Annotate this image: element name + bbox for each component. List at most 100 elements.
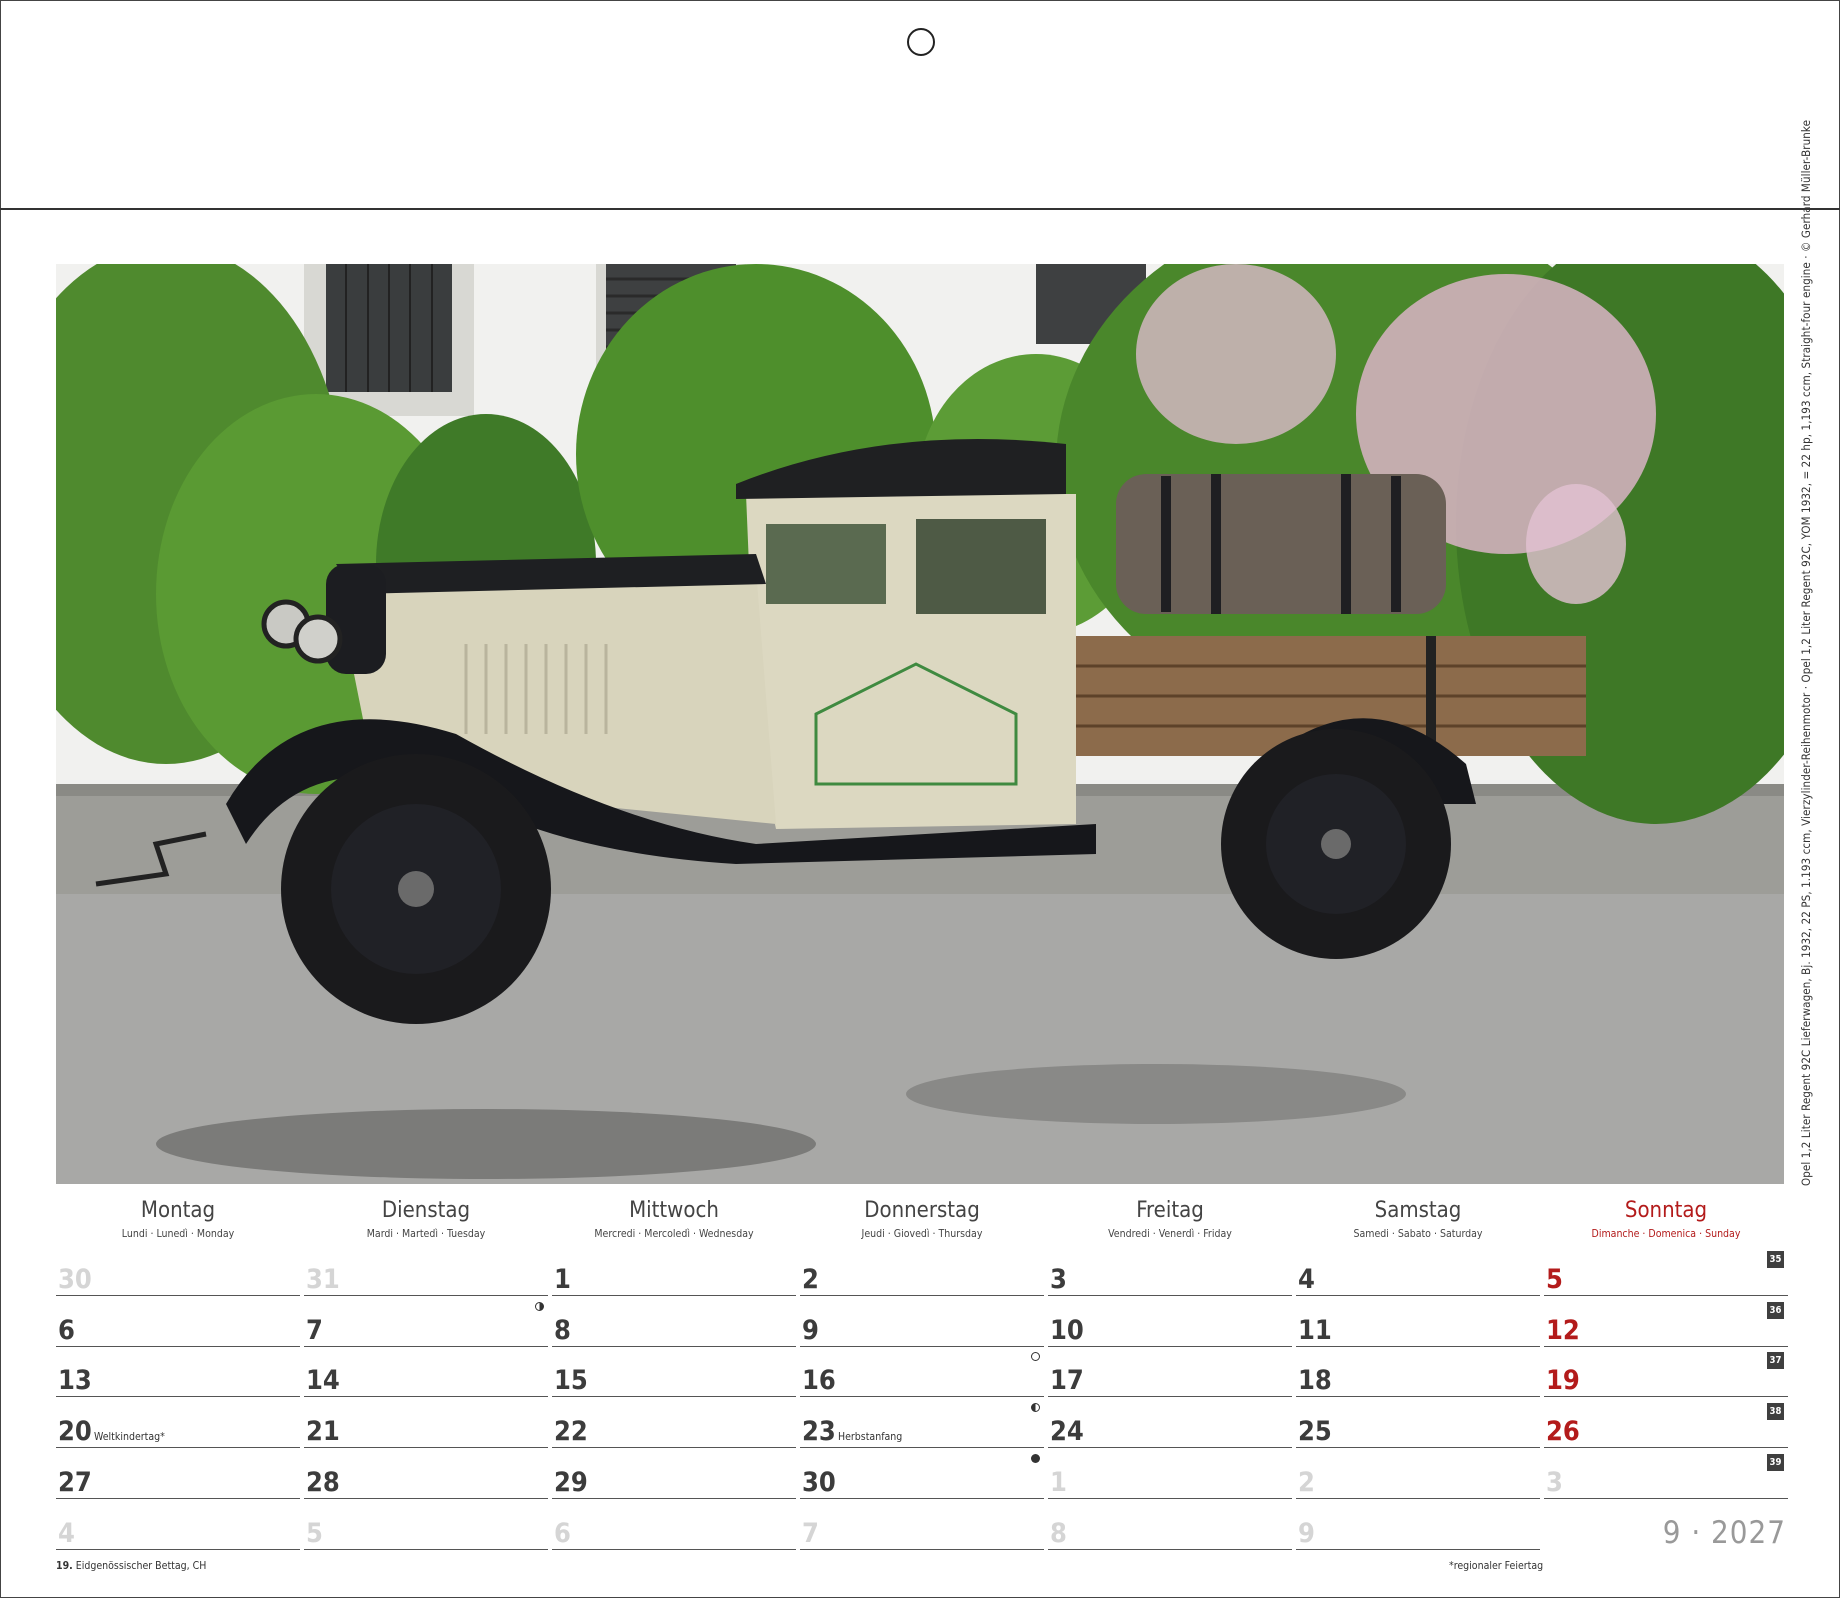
day-cell: 1 bbox=[552, 1245, 796, 1296]
day-cell: 30 bbox=[800, 1448, 1044, 1499]
week-number-badge: 39 bbox=[1767, 1454, 1784, 1471]
day-number: 16 bbox=[802, 1365, 836, 1396]
day-cell: 5 bbox=[304, 1499, 548, 1550]
weekday-header: Montag Lundi · Lunedì · Monday bbox=[56, 1198, 300, 1240]
day-cell: 24 bbox=[1048, 1397, 1292, 1448]
day-number: 28 bbox=[306, 1467, 340, 1498]
day-number: 8 bbox=[1050, 1518, 1067, 1549]
day-cell: 20 Weltkindertag* bbox=[56, 1397, 300, 1448]
day-cell: 16 bbox=[800, 1346, 1044, 1397]
day-number: 1 bbox=[1050, 1467, 1067, 1498]
day-cell: 26 bbox=[1544, 1397, 1788, 1448]
day-number: 3 bbox=[1546, 1467, 1563, 1498]
day-cell: 29 bbox=[552, 1448, 796, 1499]
weekday-header: Freitag Vendredi · Venerdì · Friday bbox=[1048, 1198, 1292, 1240]
day-cell: 2 bbox=[800, 1245, 1044, 1296]
day-cell: 2 bbox=[1296, 1448, 1540, 1499]
day-number: 9 bbox=[802, 1315, 819, 1346]
day-number: 29 bbox=[554, 1467, 588, 1498]
holiday-day: 19. bbox=[56, 1560, 73, 1572]
day-number: 9 bbox=[1298, 1518, 1315, 1549]
weekday-name: Freitag bbox=[1136, 1198, 1204, 1223]
day-number: 22 bbox=[554, 1416, 588, 1447]
weekday-name: Mittwoch bbox=[629, 1198, 719, 1223]
day-cell: 22 bbox=[552, 1397, 796, 1448]
day-number: 17 bbox=[1050, 1365, 1084, 1396]
weekday-translations: Samedi · Sabato · Saturday bbox=[1353, 1228, 1483, 1240]
day-number: 8 bbox=[554, 1315, 571, 1346]
day-number: 15 bbox=[554, 1365, 588, 1396]
day-cell: 25 bbox=[1296, 1397, 1540, 1448]
day-cell: 3 bbox=[1544, 1448, 1788, 1499]
day-number: 5 bbox=[306, 1518, 323, 1549]
day-cell: 13 bbox=[56, 1346, 300, 1397]
hanging-header bbox=[0, 0, 1840, 210]
day-cell: 14 bbox=[304, 1346, 548, 1397]
day-number: 18 bbox=[1298, 1365, 1332, 1396]
weekday-name: Samstag bbox=[1374, 1198, 1462, 1223]
weekday-translations: Dimanche · Domenica · Sunday bbox=[1591, 1228, 1741, 1240]
day-cell: 21 bbox=[304, 1397, 548, 1448]
regional-holiday-footnote: *regionaler Feiertag bbox=[1449, 1560, 1544, 1572]
day-number: 6 bbox=[58, 1315, 75, 1346]
weekday-translations: Vendredi · Venerdì · Friday bbox=[1108, 1228, 1232, 1240]
weekday-name: Montag bbox=[140, 1198, 216, 1223]
day-cell: 4 bbox=[56, 1499, 300, 1550]
day-number: 25 bbox=[1298, 1416, 1332, 1447]
day-number: 1 bbox=[554, 1264, 571, 1295]
day-cell: 9 bbox=[800, 1296, 1044, 1347]
day-cell: 8 bbox=[552, 1296, 796, 1347]
weekday-header: Dienstag Mardi · Martedì · Tuesday bbox=[304, 1198, 548, 1240]
holiday-footnote: 19. Eidgenössischer Bettag, CH bbox=[56, 1560, 206, 1572]
day-cell: 19 bbox=[1544, 1346, 1788, 1397]
weekday-name: Donnerstag bbox=[864, 1198, 980, 1223]
day-number: 6 bbox=[554, 1518, 571, 1549]
day-number: 30 bbox=[802, 1467, 836, 1498]
weekday-name: Sonntag bbox=[1624, 1198, 1708, 1223]
day-number: 27 bbox=[58, 1467, 92, 1498]
holiday-text: Eidgenössischer Bettag, CH bbox=[75, 1560, 207, 1572]
day-cell: 9 bbox=[1296, 1499, 1540, 1550]
day-cell: 7 bbox=[304, 1296, 548, 1347]
weekday-header: Sonntag Dimanche · Domenica · Sunday bbox=[1544, 1198, 1788, 1240]
day-number: 11 bbox=[1298, 1315, 1332, 1346]
day-cell: 1 bbox=[1048, 1448, 1292, 1499]
day-cell: 10 bbox=[1048, 1296, 1292, 1347]
weekday-translations: Mercredi · Mercoledì · Wednesday bbox=[594, 1228, 754, 1240]
day-note: Weltkindertag* bbox=[94, 1431, 165, 1443]
day-cell: 3 bbox=[1048, 1245, 1292, 1296]
day-number: 3 bbox=[1050, 1264, 1067, 1295]
day-number: 7 bbox=[306, 1315, 323, 1346]
day-cell: 4 bbox=[1296, 1245, 1540, 1296]
day-number: 7 bbox=[802, 1518, 819, 1549]
day-number: 30 bbox=[58, 1264, 92, 1295]
day-cell: 11 bbox=[1296, 1296, 1540, 1347]
day-cell: 31 bbox=[304, 1245, 548, 1296]
full-moon-icon bbox=[1031, 1352, 1040, 1361]
day-number: 14 bbox=[306, 1365, 340, 1396]
day-number: 10 bbox=[1050, 1315, 1084, 1346]
day-cell: 12 bbox=[1544, 1296, 1788, 1347]
day-number: 5 bbox=[1546, 1264, 1563, 1295]
day-cell: 7 bbox=[800, 1499, 1044, 1550]
day-cell: 23 Herbstanfang bbox=[800, 1397, 1044, 1448]
day-cell: 6 bbox=[56, 1296, 300, 1347]
first-moon-icon bbox=[535, 1302, 544, 1311]
vintage-truck-photo bbox=[56, 264, 1784, 1184]
month-year-label: 9 · 2027 bbox=[1662, 1515, 1786, 1551]
day-number: 2 bbox=[802, 1264, 819, 1295]
photo-caption: Opel 1,2 Liter Regent 92C Lieferwagen, B… bbox=[1799, 119, 1813, 1186]
weekday-header: Donnerstag Jeudi · Giovedì · Thursday bbox=[800, 1198, 1044, 1240]
new-moon-icon bbox=[1031, 1454, 1040, 1463]
last-moon-icon bbox=[1031, 1403, 1040, 1412]
week-number-badge: 38 bbox=[1767, 1403, 1784, 1420]
weekday-name: Dienstag bbox=[381, 1198, 471, 1223]
weekday-header: Mittwoch Mercredi · Mercoledì · Wednesday bbox=[552, 1198, 796, 1240]
week-number-badge: 37 bbox=[1767, 1352, 1784, 1369]
day-number: 20 bbox=[58, 1416, 92, 1447]
day-cell: 5 bbox=[1544, 1245, 1788, 1296]
day-cell: 27 bbox=[56, 1448, 300, 1499]
weekday-translations: Lundi · Lunedì · Monday bbox=[121, 1228, 235, 1240]
weekday-header: Samstag Samedi · Sabato · Saturday bbox=[1296, 1198, 1540, 1240]
day-cell: 15 bbox=[552, 1346, 796, 1397]
